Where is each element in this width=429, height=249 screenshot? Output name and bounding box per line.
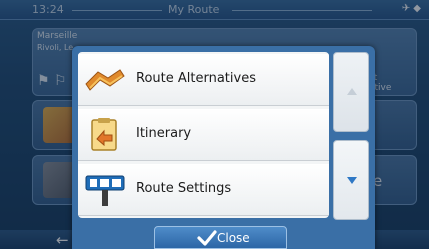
menu-item-label: Route Settings [136,181,232,196]
route-alternatives-icon [85,69,125,91]
route-options-dialog: Route Alternatives Itinerary Route Setti… [72,46,375,249]
menu-item-label: Itinerary [136,126,192,141]
checkmark-icon [197,230,217,246]
menu-item-itinerary[interactable]: Itinerary [78,109,329,161]
menu-item-route-settings[interactable]: Route Settings [78,164,329,216]
close-button-label: Close [217,231,250,245]
menu-item-label: Route Alternatives [136,71,256,86]
chevron-down-icon [347,177,357,184]
route-settings-icon [85,175,125,206]
scroll-down-button[interactable] [333,140,369,220]
itinerary-icon [91,118,117,151]
options-list: Route Alternatives Itinerary Route Setti… [78,52,329,218]
chevron-up-icon [347,88,357,95]
scroll-up-button[interactable] [333,52,369,132]
menu-item-route-alternatives[interactable]: Route Alternatives [78,54,329,106]
close-button[interactable]: Close [154,226,287,249]
